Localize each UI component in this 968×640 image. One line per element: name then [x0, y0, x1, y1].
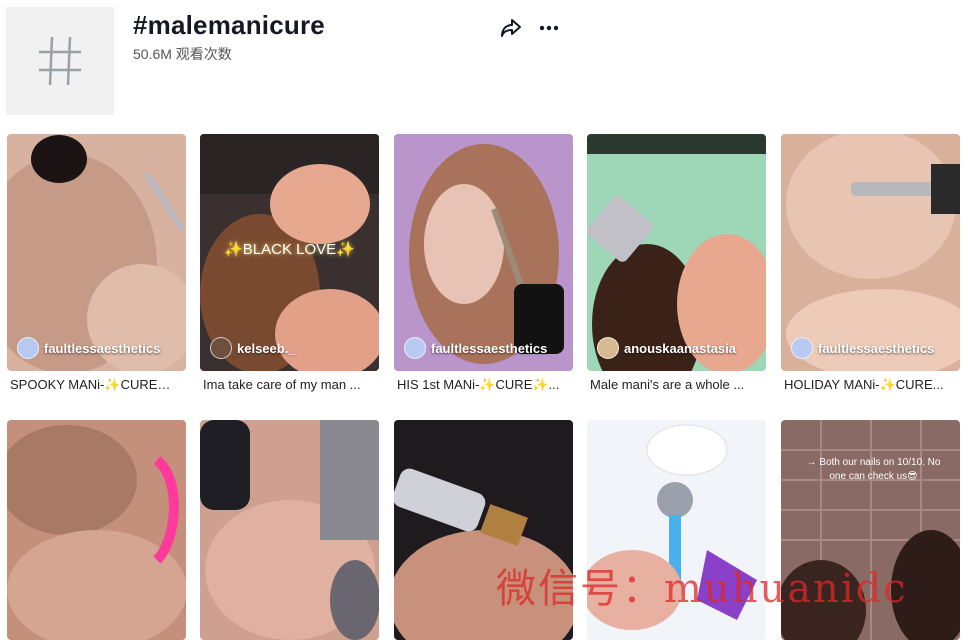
video-author[interactable]: kelseeb._ — [210, 337, 296, 359]
video-thumbnail[interactable] — [200, 420, 379, 640]
watermark-text: 微信号：muhuanidc — [496, 566, 908, 612]
video-caption[interactable]: HIS 1st MANi-✨CURE✨... — [394, 377, 573, 393]
thumbnail-image — [200, 420, 379, 640]
thumbnail-image — [394, 134, 573, 371]
author-name: faultlessaesthetics — [431, 340, 548, 356]
video-author[interactable]: faultlessaesthetics — [17, 337, 160, 359]
hashtag-title: #malemanicure — [133, 10, 325, 40]
video-caption[interactable]: Ima take care of my man ... — [200, 377, 379, 392]
video-author[interactable]: faultlessaesthetics — [791, 337, 934, 359]
video-card[interactable] — [200, 420, 379, 640]
hashtag-header: #malemanicure 50.6M 观看次数 — [0, 0, 968, 120]
video-caption[interactable]: SPOOKY MANi-✨CURE✨ ... — [7, 377, 186, 393]
share-icon — [501, 19, 521, 37]
video-author[interactable]: anouskaanastasia — [597, 337, 736, 359]
video-thumbnail[interactable]: ✨BLACK LOVE✨ kelseeb._ — [200, 134, 379, 371]
thumbnail-image — [7, 420, 186, 640]
ellipsis-icon — [539, 25, 559, 31]
video-overlay-text: ✨BLACK LOVE✨ — [224, 241, 355, 258]
video-card[interactable]: faultlessaesthetics HIS 1st MANi-✨CURE✨.… — [394, 134, 573, 393]
hashtag-avatar — [6, 7, 114, 115]
author-name: faultlessaesthetics — [44, 340, 161, 356]
video-thumbnail[interactable] — [7, 420, 186, 640]
video-caption[interactable]: HOLIDAY MANi-✨CURE... — [781, 377, 960, 393]
author-name: anouskaanastasia — [624, 340, 737, 356]
author-name: kelseeb._ — [237, 340, 296, 356]
author-avatar — [210, 337, 232, 359]
video-card[interactable]: anouskaanastasia Male mani's are a whole… — [587, 134, 766, 392]
share-button[interactable] — [499, 16, 523, 40]
author-avatar — [597, 337, 619, 359]
view-count: 50.6M 观看次数 — [133, 46, 232, 62]
video-thumbnail[interactable]: faultlessaesthetics — [394, 134, 573, 371]
more-options-button[interactable] — [537, 16, 561, 40]
video-overlay-text: → Both our nails on 10/10. No one can ch… — [806, 457, 941, 482]
video-thumbnail[interactable]: faultlessaesthetics — [781, 134, 960, 371]
video-author[interactable]: faultlessaesthetics — [404, 337, 547, 359]
author-avatar — [791, 337, 813, 359]
video-card[interactable]: faultlessaesthetics HOLIDAY MANi-✨CURE..… — [781, 134, 960, 393]
video-card[interactable]: ✨BLACK LOVE✨ kelseeb._ Ima take care of … — [200, 134, 379, 392]
author-avatar — [404, 337, 426, 359]
thumbnail-image — [587, 134, 766, 371]
video-caption[interactable]: Male mani's are a whole ... — [587, 377, 766, 392]
author-name: faultlessaesthetics — [818, 340, 935, 356]
thumbnail-image — [7, 134, 186, 371]
video-card[interactable] — [7, 420, 186, 640]
video-card[interactable]: faultlessaesthetics SPOOKY MANi-✨CURE✨ .… — [7, 134, 186, 393]
video-thumbnail[interactable]: faultlessaesthetics — [7, 134, 186, 371]
video-thumbnail[interactable]: anouskaanastasia — [587, 134, 766, 371]
author-avatar — [17, 337, 39, 359]
thumbnail-image — [781, 134, 960, 371]
hash-icon — [39, 36, 81, 86]
